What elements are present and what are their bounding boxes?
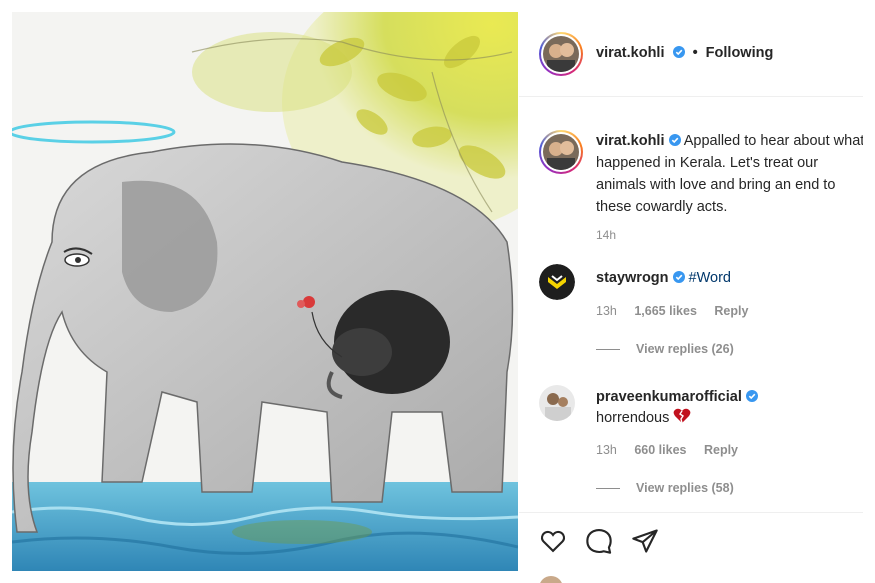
verified-badge-icon [672,271,685,283]
avatar-photo [543,134,579,170]
comment-body: praveenkumarofficial [596,387,758,407]
avatar-photo [539,385,575,421]
view-replies-label: View replies (26) [636,342,734,356]
elephant-illustration [12,12,518,571]
caption-avatar[interactable] [539,130,583,174]
comment-item: staywrogn #Word 13h 1,665 likes Reply Vi… [519,264,863,374]
author-avatar[interactable] [539,32,583,76]
verified-badge-icon [672,46,685,58]
divider-line [596,488,620,490]
post-header: virat.kohli • Following [519,12,863,97]
comment-time[interactable]: 13h [596,443,617,457]
commenter-avatar[interactable] [539,385,575,421]
post-sidebar: virat.kohli • Following virat.kohli Appa… [519,12,863,583]
post-actions [519,512,863,583]
caption-time[interactable]: 14h [596,228,616,242]
comment-text: horrendous [596,410,670,426]
commenter-username[interactable]: staywrogn [596,270,669,286]
broken-heart-emoji [674,408,691,424]
comment-meta: 13h 1,665 likes Reply [596,304,762,318]
reply-button[interactable]: Reply [714,304,748,318]
view-replies-button[interactable]: View replies (58) [596,481,734,495]
header-user-line: virat.kohli • Following [596,45,773,61]
comment-body: staywrogn #Word [596,268,731,288]
liked-by-avatar[interactable] [539,576,563,583]
commenter-avatar[interactable] [539,264,575,300]
verified-badge-icon [668,134,681,146]
comment-item: praveenkumarofficial horrendous 13h 660 … [519,385,863,500]
view-replies-label: View replies (58) [636,481,734,495]
commenter-username[interactable]: praveenkumarofficial [596,389,742,405]
comment-likes[interactable]: 1,665 likes [634,304,697,318]
author-username[interactable]: virat.kohli [596,45,665,61]
comment-meta: 13h 660 likes Reply [596,443,752,457]
post-image[interactable] [12,12,518,571]
reply-button[interactable]: Reply [704,443,738,457]
verified-badge-icon [745,390,758,402]
avatar-photo [543,36,579,72]
paper-plane-icon[interactable] [631,527,659,555]
heart-icon[interactable] [539,527,567,555]
comment-text-line: horrendous [596,408,691,428]
comment-bubble-icon[interactable] [585,527,613,555]
staywrogn-logo [539,264,575,300]
view-replies-button[interactable]: View replies (26) [596,342,734,356]
following-button[interactable]: Following [706,45,774,61]
divider-line [596,349,620,351]
separator-dot: • [692,45,698,61]
comment-likes[interactable]: 660 likes [634,443,686,457]
caption-username[interactable]: virat.kohli [596,133,665,149]
comment-time[interactable]: 13h [596,304,617,318]
comment-hashtag[interactable]: #Word [689,270,731,286]
caption-text-block: virat.kohli Appalled to hear about what … [596,130,863,218]
